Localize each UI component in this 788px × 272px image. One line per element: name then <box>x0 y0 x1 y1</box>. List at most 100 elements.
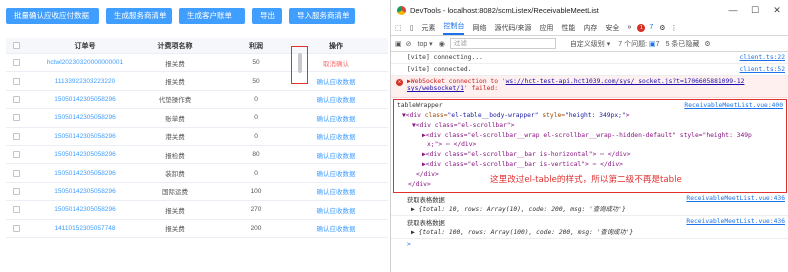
data-table: 订单号 计费项名称 利润 操作 hctwl20230320000000001 报关… <box>6 38 388 238</box>
source-link[interactable]: client.ts:22 <box>740 54 786 61</box>
clear-console-icon[interactable]: ⊘ <box>406 40 412 48</box>
filter-input[interactable]: 过滤 <box>449 38 556 49</box>
order-number-link[interactable]: 15050142305058296 <box>26 151 144 158</box>
tab-network[interactable]: 网络 <box>472 23 486 33</box>
more-options-icon[interactable]: ⋮ <box>671 24 678 32</box>
console-error-line: ✕ ▶WebSocket connection to 'ws://hct-tes… <box>391 76 788 98</box>
row-checkbox[interactable] <box>12 187 20 195</box>
row-checkbox[interactable] <box>12 206 20 214</box>
row-checkbox[interactable] <box>12 151 20 159</box>
maximize-icon[interactable]: ☐ <box>744 5 766 16</box>
profit-cell: 100 <box>250 187 262 195</box>
table-row: 14110152305057748 报关费 200 确认应收数据 <box>6 220 388 238</box>
fee-name-cell: 报关费 <box>165 79 185 87</box>
console-settings-icon[interactable]: ⚙ <box>704 40 710 48</box>
dom-node-scrollbar[interactable]: ▼<div class="el-scrollbar"> <box>412 122 786 129</box>
minimize-icon[interactable]: — <box>722 5 744 15</box>
console-line: [vite] connected. client.ts:52 <box>391 64 788 76</box>
row-action-link[interactable]: 确认应收数据 <box>306 223 366 233</box>
log-object[interactable]: ▶ {total: 10, rows: Array(10), code: 200… <box>407 204 785 213</box>
inspect-element-icon[interactable]: ⬚ <box>395 24 402 32</box>
row-action-link[interactable]: 确认应收数据 <box>306 205 366 215</box>
order-number-link[interactable]: hctwl20230320000000001 <box>26 59 144 66</box>
more-tabs-icon[interactable]: » <box>627 24 631 31</box>
fee-name-cell: 港关费 <box>165 134 185 142</box>
tab-performance[interactable]: 性能 <box>561 23 575 33</box>
source-link[interactable]: ReceivableMeetList.vue:436 <box>686 218 785 227</box>
settings-icon[interactable]: ⚙ <box>659 24 665 32</box>
log-level-selector[interactable]: 自定义级别 ▾ <box>570 39 610 49</box>
close-icon[interactable]: ✕ <box>766 5 788 16</box>
devtools-title: DevTools - localhost:8082/scmListex/Rece… <box>410 5 599 15</box>
order-number-link[interactable]: 11133922303223220 <box>26 78 144 85</box>
row-action-link[interactable]: 确认应收数据 <box>306 76 366 86</box>
fee-name-cell: 报关费 <box>165 60 185 68</box>
log-object[interactable]: ▶ {total: 100, rows: Array(100), code: 2… <box>407 227 785 236</box>
profit-cell: 200 <box>250 224 262 232</box>
eye-icon[interactable]: ◉ <box>439 40 445 48</box>
profit-cell: 0 <box>254 114 258 122</box>
order-number-link[interactable]: 15050142305058296 <box>26 114 144 121</box>
message-count-badge[interactable]: 7 <box>649 24 653 31</box>
order-number-link[interactable]: 15050142305058296 <box>26 188 144 195</box>
row-action-link[interactable]: 确认应收数据 <box>306 168 366 178</box>
dom-node-bar-horizontal[interactable]: ▶<div class="el-scrollbar__bar is-horizo… <box>422 151 786 158</box>
row-checkbox[interactable] <box>12 114 20 122</box>
error-count-badge[interactable]: 1 <box>637 23 646 32</box>
dom-node-wrapper[interactable]: ▼<div class="el-table__body-wrapper" sty… <box>402 112 786 119</box>
fee-name-cell: 报关费 <box>165 226 185 234</box>
tab-security[interactable]: 安全 <box>605 23 619 33</box>
row-checkbox[interactable] <box>12 224 20 232</box>
row-action-link[interactable]: 确认应收数据 <box>306 150 366 160</box>
scrollbar-thumb[interactable] <box>298 53 302 73</box>
order-number-link[interactable]: 15050142305058296 <box>26 96 144 103</box>
export-button[interactable]: 导出 <box>252 8 282 24</box>
tab-elements[interactable]: 元素 <box>421 23 435 33</box>
profit-cell: 0 <box>254 95 258 103</box>
order-number-link[interactable]: 15050142305058296 <box>26 133 144 140</box>
tab-console[interactable]: 控制台 <box>443 21 465 35</box>
row-action-link[interactable]: 确认应收数据 <box>306 94 366 104</box>
generate-customer-bill-button[interactable]: 生成客户账单 <box>179 8 245 24</box>
batch-confirm-button[interactable]: 批量确认应收应付数据 <box>6 8 99 24</box>
tab-application[interactable]: 应用 <box>539 23 553 33</box>
dom-node-scrollbar-wrap[interactable]: ▶<div class="el-scrollbar__wrap el-scrol… <box>422 132 786 139</box>
console-filter-bar: ▣ ⊘ top ▾ ◉ 过滤 自定义级别 ▾ 7 个问题: ▣7 5 条已隐藏 … <box>391 36 788 52</box>
context-selector[interactable]: top ▾ <box>418 40 433 48</box>
order-number-link[interactable]: 15050142305058296 <box>26 206 144 213</box>
row-action-link[interactable]: 确认应收数据 <box>306 186 366 196</box>
table-row: 15050142305058296 报检费 80 确认应收数据 <box>6 146 388 165</box>
tab-memory[interactable]: 内存 <box>583 23 597 33</box>
receivable-app: 批量确认应收应付数据 生成服务商清单 生成客户账单 导出 导入服务商清单 订单号… <box>0 0 388 272</box>
source-link[interactable]: ReceivableMeetList.vue:436 <box>686 195 785 204</box>
console-line: [vite] connecting... client.ts:22 <box>391 52 788 64</box>
order-number-link[interactable]: 14110152305057748 <box>26 225 144 232</box>
issues-link[interactable]: 7 个问题: ▣7 <box>618 39 659 49</box>
import-provider-list-button[interactable]: 导入服务商清单 <box>289 8 355 24</box>
row-action-link[interactable]: 确认应收数据 <box>306 113 366 123</box>
row-checkbox[interactable] <box>12 132 20 140</box>
profit-cell: 0 <box>254 132 258 140</box>
select-all-checkbox[interactable] <box>12 42 20 49</box>
profit-cell: 270 <box>250 206 262 214</box>
generate-provider-list-button[interactable]: 生成服务商清单 <box>106 8 172 24</box>
tab-sources[interactable]: 源代码/来源 <box>494 23 531 33</box>
hidden-messages-count: 5 条已隐藏 <box>665 40 700 48</box>
row-checkbox[interactable] <box>12 77 20 85</box>
source-link[interactable]: client.ts:52 <box>740 66 786 73</box>
source-link[interactable]: ReceivableMeetList.vue:400 <box>684 102 783 109</box>
order-number-link[interactable]: 15050142305058296 <box>26 170 144 177</box>
row-checkbox[interactable] <box>12 95 20 103</box>
console-prompt[interactable]: > <box>391 239 788 250</box>
dom-node-continued: x;"> ⋯ </div> <box>427 141 477 148</box>
row-checkbox[interactable] <box>12 169 20 177</box>
sidebar-toggle-icon[interactable]: ▣ <box>395 40 402 48</box>
highlighted-scrollbar[interactable] <box>291 46 308 84</box>
dom-node-bar-vertical[interactable]: ▶<div class="el-scrollbar__bar is-vertic… <box>422 161 786 168</box>
fee-name-cell: 代垫操作费 <box>158 97 192 105</box>
row-checkbox[interactable] <box>12 59 20 67</box>
device-toolbar-icon[interactable]: ▯ <box>410 24 414 32</box>
toolbar: 批量确认应收应付数据 生成服务商清单 生成客户账单 导出 导入服务商清单 <box>6 8 355 24</box>
row-action-link[interactable]: 确认应收数据 <box>306 131 366 141</box>
row-action-link[interactable]: 取消确认 <box>306 58 366 68</box>
